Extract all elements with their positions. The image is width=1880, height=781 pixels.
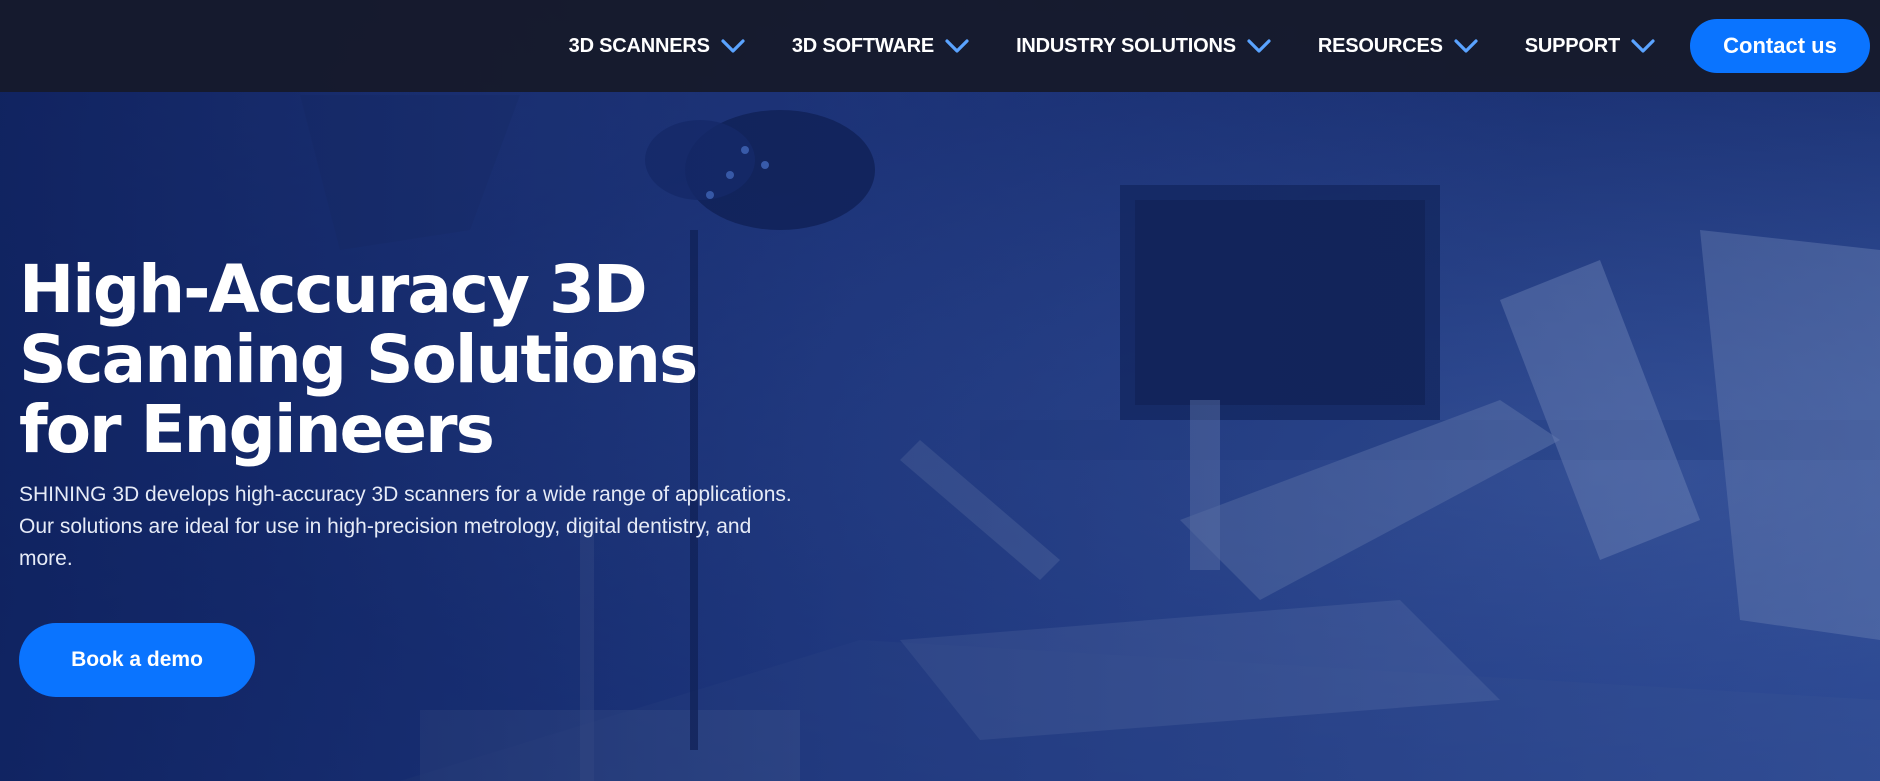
nav-item-label: 3D SOFTWARE: [791, 34, 935, 57]
nav-item-3d-scanners[interactable]: 3D SCANNERS: [569, 35, 746, 58]
nav-item-label: RESOURCES: [1317, 34, 1443, 57]
hero-description: SHINING 3D develops high-accuracy 3D sca…: [19, 483, 792, 570]
chevron-down-icon: [1247, 39, 1271, 53]
chevron-down-icon: [1631, 39, 1655, 53]
nav-item-resources[interactable]: RESOURCES: [1318, 35, 1479, 58]
nav-item-support[interactable]: SUPPORT: [1525, 35, 1656, 58]
contact-us-button[interactable]: Contact us: [1690, 19, 1870, 73]
nav-item-industry-solutions[interactable]: INDUSTRY SOLUTIONS: [1016, 35, 1272, 58]
hero-title-line: Scanning Solutions: [19, 321, 698, 398]
book-a-demo-button[interactable]: Book a demo: [19, 623, 255, 697]
nav-item-label: INDUSTRY SOLUTIONS: [1016, 34, 1236, 57]
chevron-down-icon: [945, 39, 969, 53]
hero-title-line: for Engineers: [19, 391, 495, 468]
nav-item-label: 3D SCANNERS: [568, 34, 710, 57]
hero-content: High-Accuracy 3D Scanning Solutions for …: [19, 255, 819, 575]
nav-item-3d-software[interactable]: 3D SOFTWARE: [792, 35, 970, 58]
hero-title-line: High-Accuracy 3D: [19, 251, 648, 328]
top-navigation-bar: 3D SCANNERS 3D SOFTWARE INDUSTRY SOLUTIO…: [0, 0, 1880, 92]
chevron-down-icon: [1454, 39, 1478, 53]
nav-item-label: SUPPORT: [1524, 34, 1620, 57]
main-menu: 3D SCANNERS 3D SOFTWARE INDUSTRY SOLUTIO…: [523, 0, 1656, 92]
chevron-down-icon: [721, 39, 745, 53]
hero-title: High-Accuracy 3D Scanning Solutions for …: [19, 255, 819, 465]
page: 3D SCANNERS 3D SOFTWARE INDUSTRY SOLUTIO…: [0, 0, 1880, 781]
